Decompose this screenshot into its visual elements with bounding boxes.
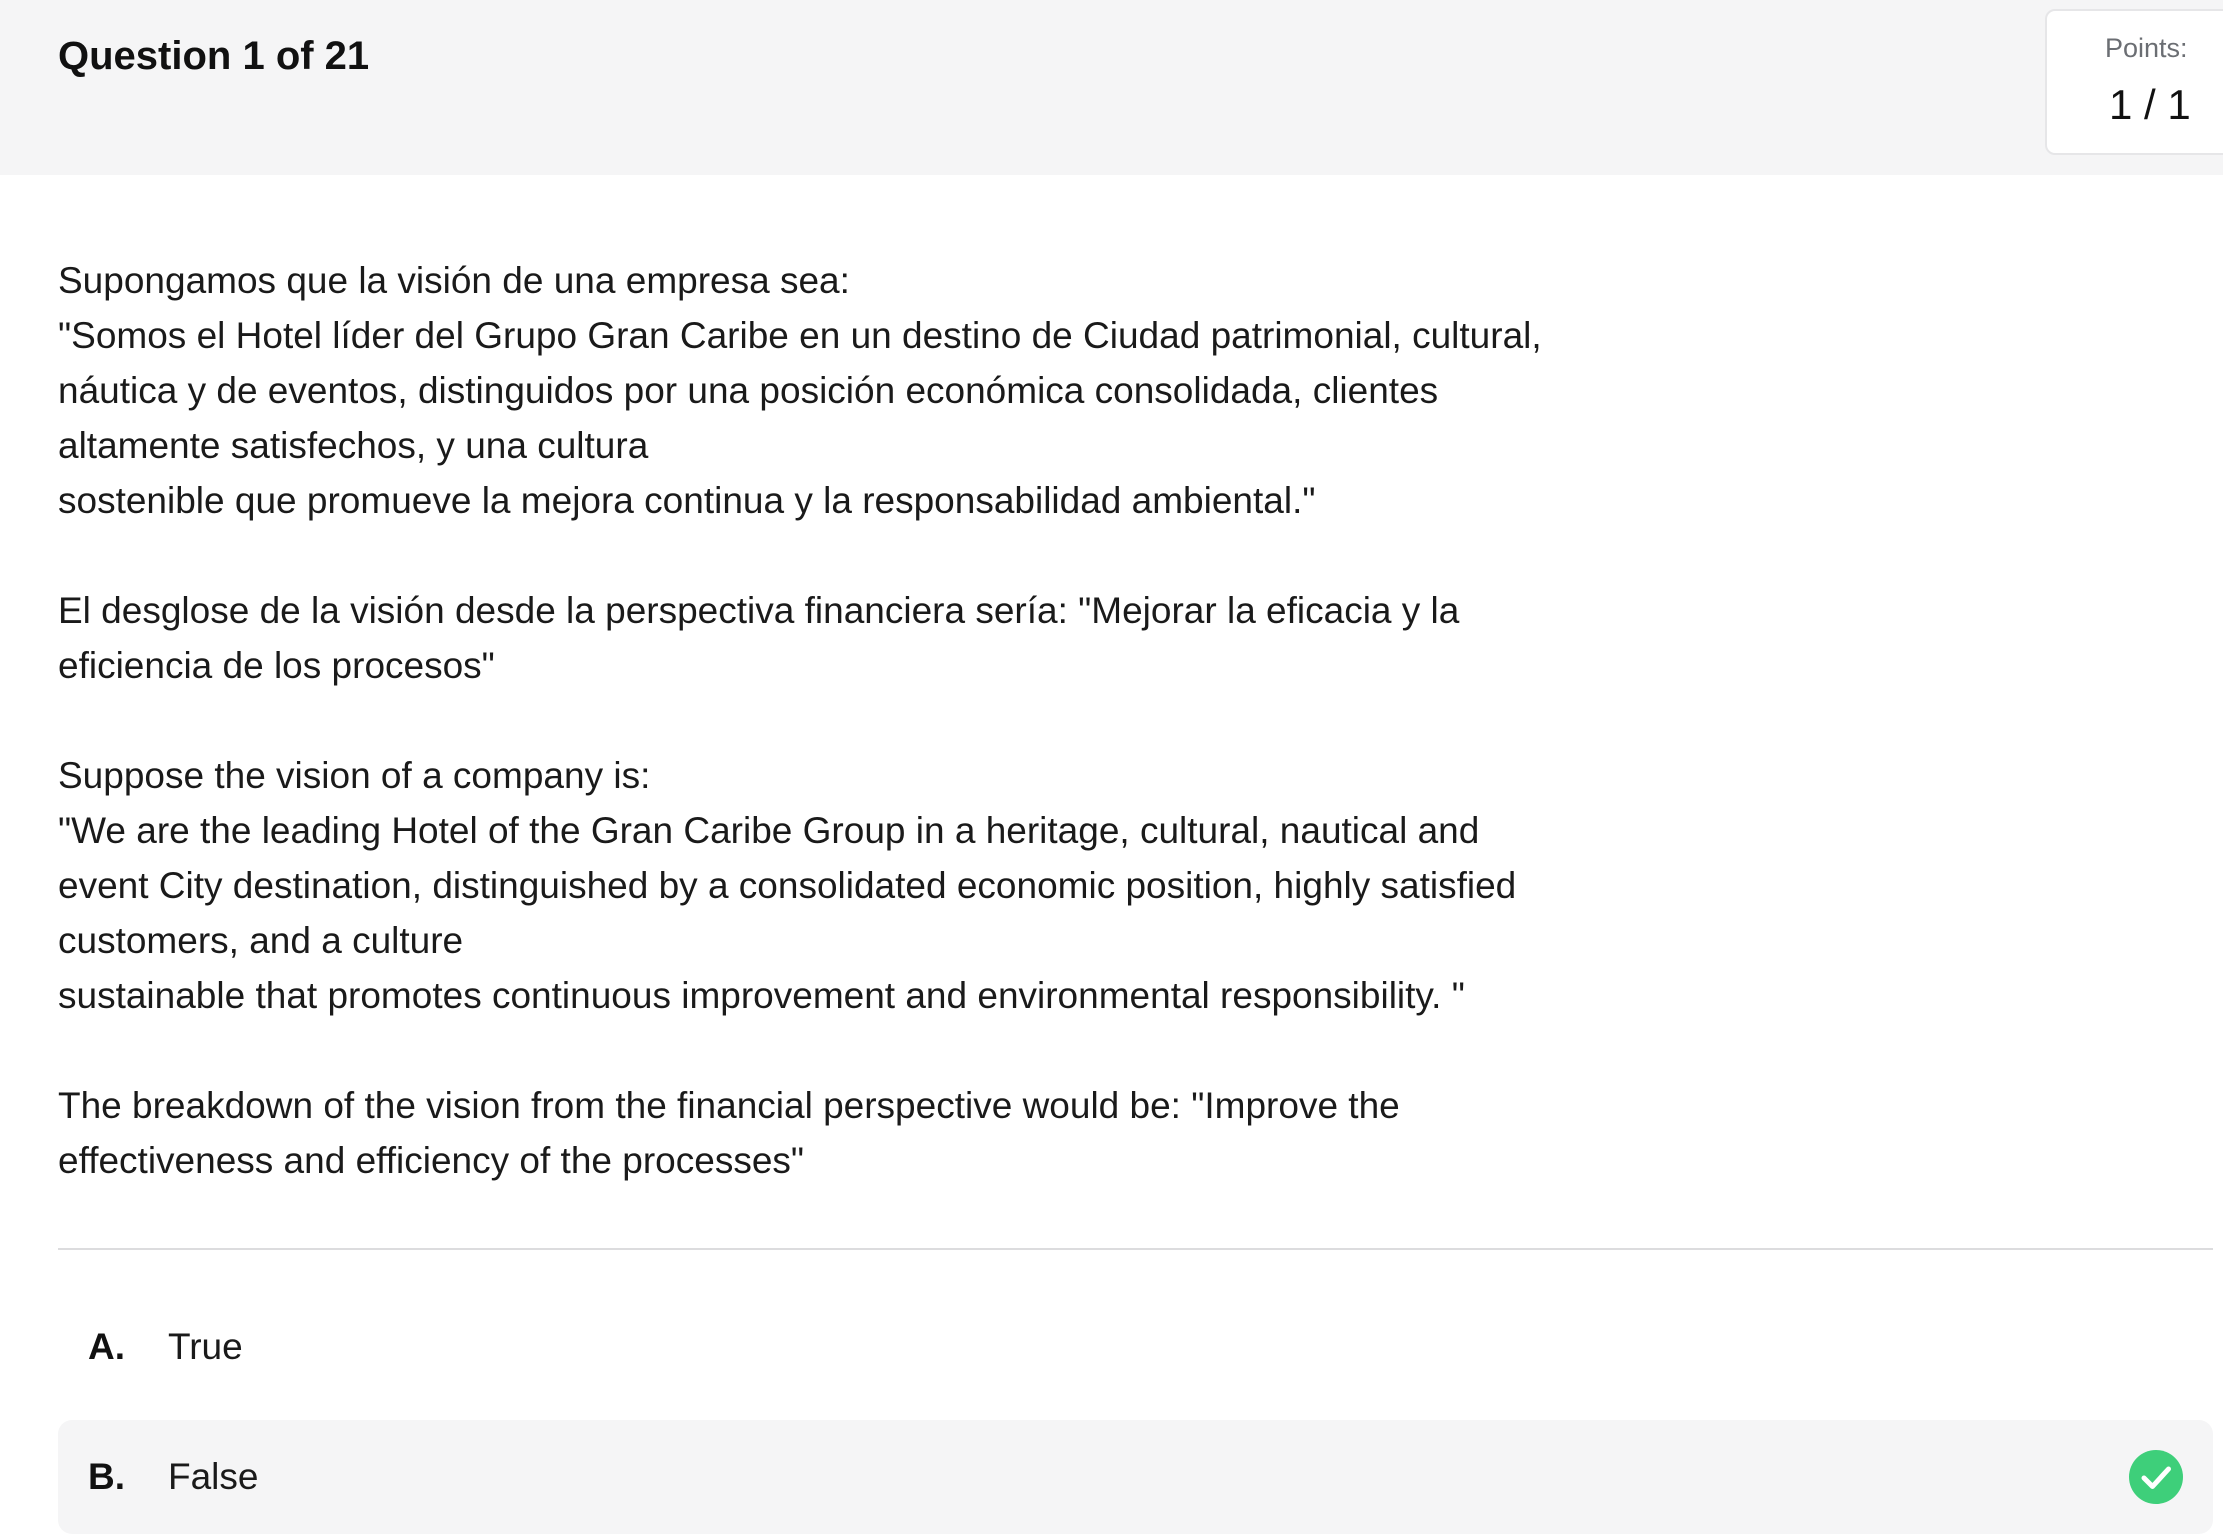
points-card: Points: 1 / 1 xyxy=(2045,9,2223,155)
check-circle-icon xyxy=(2129,1450,2183,1504)
question-paragraph-english: Suppose the vision of a company is: "We … xyxy=(58,748,1698,1023)
answers-divider xyxy=(58,1248,2213,1250)
question-line: The breakdown of the vision from the fin… xyxy=(58,1085,1400,1126)
question-line: sustainable that promotes continuous imp… xyxy=(58,975,1465,1016)
points-value: 1 / 1 xyxy=(2109,81,2191,128)
option-letter: A. xyxy=(88,1326,125,1367)
question-line: "We are the leading Hotel of the Gran Ca… xyxy=(58,810,1480,851)
question-paragraph-spanish-breakdown: El desglose de la visión desde la perspe… xyxy=(58,583,1698,693)
question-line: Suppose the vision of a company is: xyxy=(58,755,651,796)
points-label: Points: xyxy=(2105,33,2188,63)
question-text: Supongamos que la visión de una empresa … xyxy=(58,253,1698,1243)
question-line: effectiveness and efficiency of the proc… xyxy=(58,1140,805,1181)
question-line: altamente satisfechos, y una cultura xyxy=(58,425,649,466)
question-line: El desglose de la visión desde la perspe… xyxy=(58,590,1460,631)
option-label: True xyxy=(168,1326,243,1367)
question-counter: Question 1 of 21 xyxy=(58,34,370,78)
question-paragraph-spanish: Supongamos que la visión de una empresa … xyxy=(58,253,1698,528)
question-line: "Somos el Hotel líder del Grupo Gran Car… xyxy=(58,315,1542,356)
option-a-true[interactable]: A. True xyxy=(58,1290,2213,1404)
question-line: customers, and a culture xyxy=(58,920,464,961)
option-label: False xyxy=(168,1456,259,1497)
question-line: Supongamos que la visión de una empresa … xyxy=(58,260,850,301)
option-letter: B. xyxy=(88,1456,125,1497)
question-line: sostenible que promueve la mejora contin… xyxy=(58,480,1316,521)
question-line: náutica y de eventos, distinguidos por u… xyxy=(58,370,1439,411)
question-line: eficiencia de los procesos" xyxy=(58,645,495,686)
question-paragraph-english-breakdown: The breakdown of the vision from the fin… xyxy=(58,1078,1698,1188)
quiz-page: Question 1 of 21 Points: 1 / 1 Supongamo… xyxy=(0,0,2223,1536)
question-line: event City destination, distinguished by… xyxy=(58,865,1517,906)
option-b-false[interactable]: B. False xyxy=(58,1420,2213,1534)
question-header: Question 1 of 21 Points: 1 / 1 xyxy=(0,0,2223,175)
